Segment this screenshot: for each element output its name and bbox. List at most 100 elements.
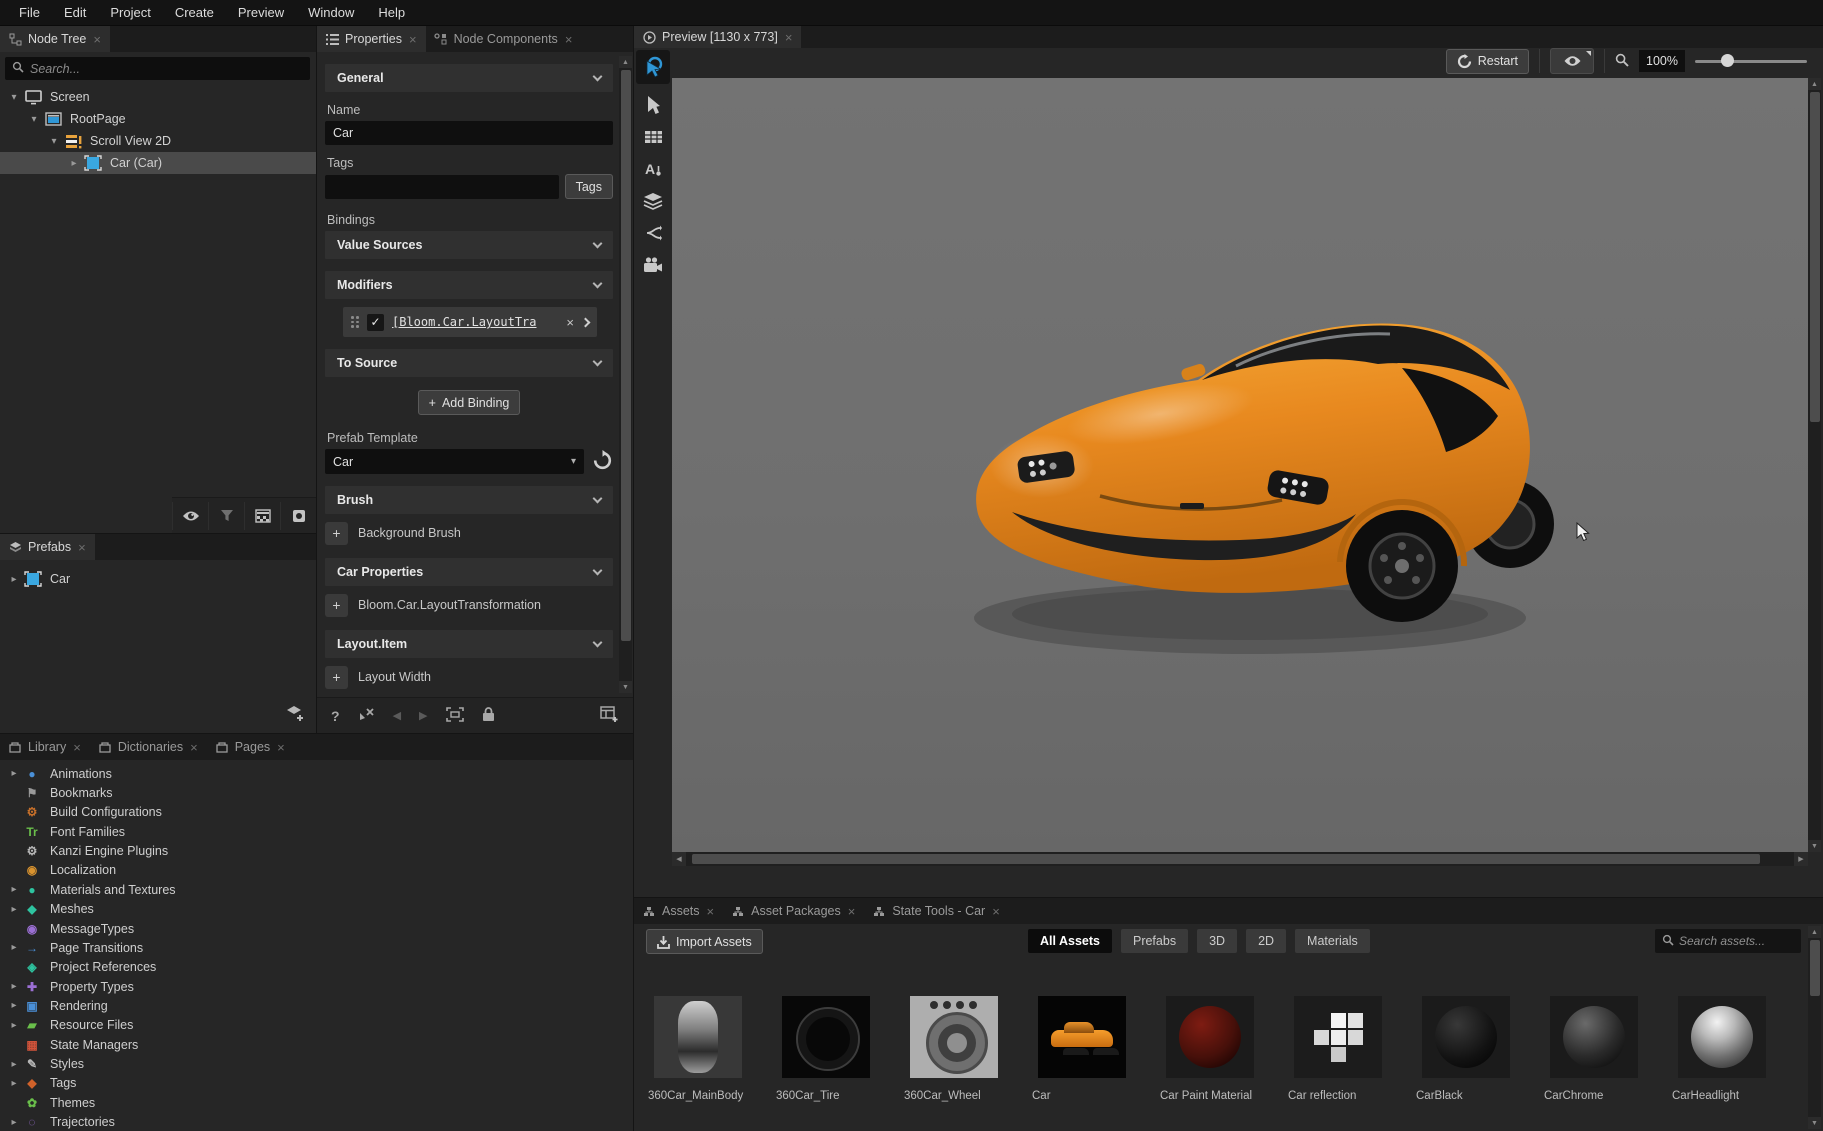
slider-thumb[interactable] [1721, 54, 1734, 67]
restart-button[interactable]: Restart [1446, 49, 1529, 74]
library-item[interactable]: ▸ ◆ Meshes [0, 900, 633, 919]
expander-icon[interactable]: ▸ [6, 981, 22, 992]
menu-item[interactable]: Create [164, 1, 225, 24]
back-icon[interactable]: ◀ [393, 709, 401, 722]
assets-scrollbar[interactable]: ▲ ▼ [1808, 926, 1821, 1129]
split-arrows-tool[interactable] [636, 218, 670, 248]
filter-icon[interactable] [208, 502, 244, 530]
scrollbar-thumb[interactable] [692, 854, 1760, 864]
scroll-down-icon[interactable]: ▼ [1808, 1117, 1821, 1129]
show-hidden-eye-icon[interactable] [172, 502, 208, 530]
expander-icon[interactable]: ▸ [6, 1000, 22, 1011]
tree-row-car[interactable]: ▸ Car (Car) [0, 152, 316, 174]
expander-icon[interactable]: ▾ [48, 136, 60, 147]
section-layout-item[interactable]: Layout.Item [325, 630, 613, 658]
expander-icon[interactable]: ▸ [6, 1020, 22, 1031]
library-item[interactable]: ⚙ Build Configurations [0, 803, 633, 822]
scrollbar-thumb[interactable] [1810, 940, 1820, 996]
library-tab[interactable]: Pages × [207, 734, 294, 760]
expander-icon[interactable]: ▸ [6, 942, 22, 953]
scroll-left-icon[interactable]: ◀ [672, 852, 686, 866]
expander-icon[interactable]: ▸ [6, 904, 22, 915]
tab-node-components[interactable]: Node Components × [426, 26, 582, 52]
library-item[interactable]: Tr Font Families [0, 822, 633, 841]
library-item[interactable]: ◉ Localization [0, 861, 633, 880]
add-binding-button[interactable]: + Add Binding [418, 390, 521, 415]
scroll-up-icon[interactable]: ▲ [1808, 926, 1821, 938]
library-item[interactable]: ✿ Themes [0, 1093, 633, 1112]
preview-hscrollbar[interactable]: ◀ ▶ [672, 852, 1808, 866]
library-item[interactable]: ⚙ Kanzi Engine Plugins [0, 841, 633, 860]
lock-icon[interactable] [482, 707, 495, 725]
library-item[interactable]: ▸ → Page Transitions [0, 938, 633, 957]
asset-filter-button[interactable]: 3D [1197, 929, 1237, 953]
asset-item[interactable]: 360Car_Wheel [904, 960, 1004, 1131]
close-icon[interactable]: × [408, 33, 418, 46]
drag-handle[interactable] [351, 316, 359, 328]
asset-filter-button[interactable]: All Assets [1028, 929, 1112, 953]
properties-scrollbar[interactable]: ▲ ▼ [619, 56, 632, 693]
interact-tool[interactable] [636, 50, 670, 84]
asset-item[interactable]: Car Paint Material [1160, 960, 1260, 1131]
library-item[interactable]: ▸ ● Materials and Textures [0, 880, 633, 899]
asset-item[interactable]: CarBlack [1416, 960, 1516, 1131]
library-item[interactable]: ▸ ▣ Rendering [0, 996, 633, 1015]
close-icon[interactable]: × [564, 33, 574, 46]
library-item[interactable]: ◉ MessageTypes [0, 919, 633, 938]
scroll-up-icon[interactable]: ▲ [619, 56, 632, 68]
isolate-icon[interactable] [280, 502, 316, 530]
tags-field[interactable] [325, 175, 559, 199]
tab-node-tree[interactable]: Node Tree × [0, 26, 110, 52]
asset-thumbnail[interactable] [1038, 996, 1126, 1078]
assets-tab[interactable]: State Tools - Car × [864, 898, 1008, 924]
forward-icon[interactable]: ▶ [419, 709, 427, 722]
close-icon[interactable]: × [847, 905, 857, 918]
assets-search-input[interactable] [1679, 934, 1794, 948]
close-icon[interactable]: × [77, 541, 87, 554]
zoom-slider[interactable] [1695, 50, 1807, 72]
asset-thumbnail[interactable] [1678, 996, 1766, 1078]
asset-thumbnail[interactable] [1550, 996, 1638, 1078]
add-property-button[interactable]: + [325, 666, 348, 689]
tab-properties[interactable]: Properties × [317, 26, 426, 52]
scrollbar-thumb[interactable] [621, 70, 631, 641]
grid-view-icon[interactable] [244, 502, 280, 530]
import-assets-button[interactable]: Import Assets [646, 929, 763, 954]
close-icon[interactable]: × [276, 741, 286, 754]
library-item[interactable]: ▸ ◌ Trajectories [0, 1112, 633, 1131]
asset-thumbnail[interactable] [1166, 996, 1254, 1078]
add-property-button[interactable]: + [325, 522, 348, 545]
preview-vscrollbar[interactable]: ▲ ▼ [1808, 78, 1821, 852]
asset-thumbnail[interactable] [910, 996, 998, 1078]
asset-item[interactable]: Car [1032, 960, 1132, 1131]
add-property-type-icon[interactable] [600, 706, 619, 725]
frame-selection-icon[interactable] [446, 707, 464, 725]
tree-row-rootpage[interactable]: ▾ RootPage [0, 108, 316, 130]
library-item[interactable]: ▸ ✚ Property Types [0, 977, 633, 996]
expander-icon[interactable]: ▸ [6, 768, 22, 779]
asset-filter-button[interactable]: Prefabs [1121, 929, 1188, 953]
preview-viewport[interactable] [672, 78, 1808, 852]
help-icon[interactable]: ? [331, 708, 340, 724]
chevron-right-icon[interactable] [581, 317, 591, 327]
asset-item[interactable]: CarHeadlight [1672, 960, 1772, 1131]
layers-tool[interactable] [636, 186, 670, 216]
library-item[interactable]: ▸ ✎ Styles [0, 1054, 633, 1073]
library-item[interactable]: ▸ ◆ Tags [0, 1074, 633, 1093]
close-icon[interactable]: × [991, 905, 1001, 918]
close-icon[interactable]: × [92, 33, 102, 46]
assets-tab[interactable]: Asset Packages × [723, 898, 864, 924]
close-icon[interactable]: × [706, 905, 716, 918]
library-tab[interactable]: Library × [0, 734, 90, 760]
menu-item[interactable]: Project [99, 1, 161, 24]
library-tab[interactable]: Dictionaries × [90, 734, 207, 760]
close-icon[interactable]: × [189, 741, 199, 754]
tree-row-scroll-view[interactable]: ▾ Scroll View 2D [0, 130, 316, 152]
expander-icon[interactable]: ▸ [6, 1117, 22, 1128]
tree-row-screen[interactable]: ▾ Screen [0, 86, 316, 108]
expander-icon[interactable]: ▸ [6, 1078, 22, 1089]
zoom-value[interactable]: 100% [1639, 50, 1685, 72]
binding-row[interactable]: ✓ [Bloom.Car.LayoutTra × [343, 307, 597, 337]
add-property-button[interactable]: + [325, 594, 348, 617]
scroll-up-icon[interactable]: ▲ [1808, 78, 1821, 90]
